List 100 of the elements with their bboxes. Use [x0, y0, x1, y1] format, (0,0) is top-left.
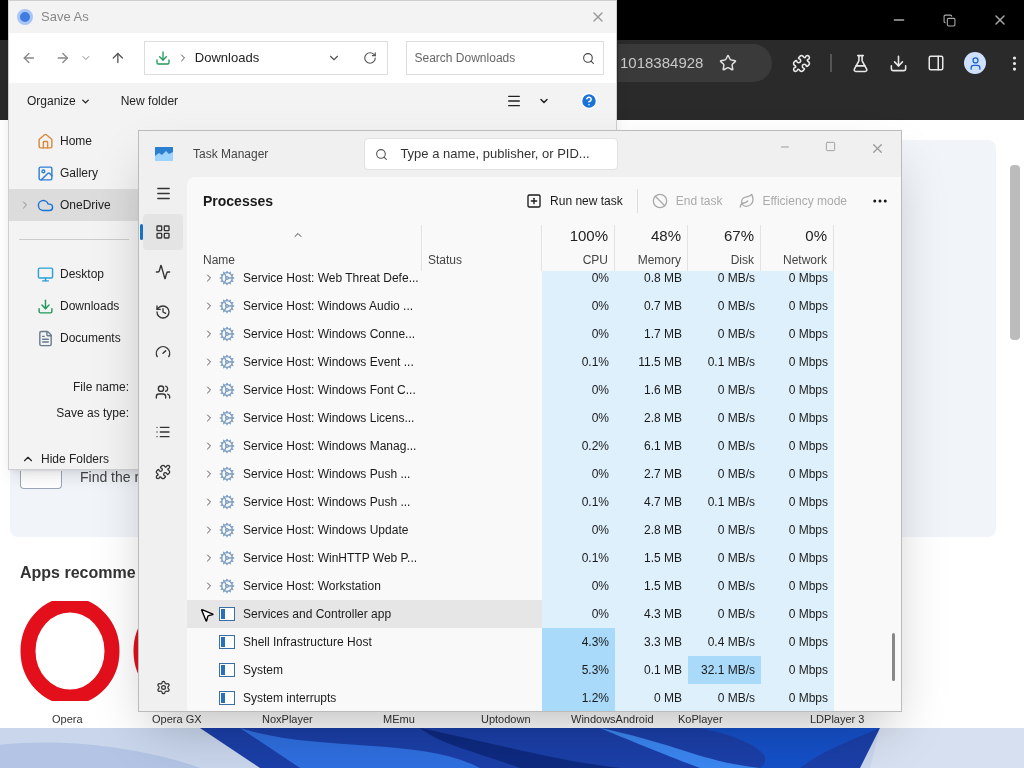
process-name[interactable]: Service Host: Windows Audio ...	[187, 292, 422, 320]
disk-cell: 0 MB/s	[688, 600, 761, 628]
field-label: Save as type:	[56, 405, 129, 422]
flask-icon[interactable]	[851, 53, 870, 73]
section-title: Apps recomme	[20, 563, 136, 583]
avatar-icon[interactable]	[964, 52, 986, 74]
app-label[interactable]: Opera GX	[152, 713, 202, 726]
process-name[interactable]: Service Host: Windows Push ...	[187, 488, 422, 516]
process-name[interactable]: Shell Infrastructure Host	[187, 628, 422, 656]
column-header[interactable]: Status	[422, 225, 542, 271]
process-name[interactable]: Service Host: Windows Update	[187, 516, 422, 544]
grid-icon	[155, 224, 171, 240]
process-name[interactable]: Services and Controller app	[187, 600, 422, 628]
cpu-cell: 0%	[542, 516, 615, 544]
page-title: Processes	[203, 191, 274, 211]
pulse-icon	[155, 264, 171, 280]
gear-icon	[219, 438, 235, 454]
gear-icon	[219, 578, 235, 594]
scrollbar-thumb[interactable]	[892, 633, 895, 681]
cpu-cell: 0.1%	[542, 544, 615, 572]
process-name[interactable]: Service Host: Windows Licens...	[187, 404, 422, 432]
card-button[interactable]	[20, 471, 62, 489]
chart-logo-icon	[155, 147, 173, 161]
app-label[interactable]: KoPlayer	[678, 713, 723, 726]
toolbar-button[interactable]: Run new task	[518, 185, 631, 217]
leaf-icon	[738, 193, 755, 209]
puzzle-icon[interactable]	[792, 53, 811, 73]
network-cell: 0 Mbps	[761, 320, 834, 348]
view-icon[interactable]	[506, 93, 522, 109]
cpu-cell: 0%	[542, 404, 615, 432]
restore-icon[interactable]	[943, 13, 956, 27]
nav-item[interactable]	[143, 214, 183, 250]
sidebar-item[interactable]: Home	[9, 125, 139, 157]
app-label[interactable]: NoxPlayer	[262, 713, 313, 726]
process-name[interactable]: Service Host: Windows Manag...	[187, 432, 422, 460]
refresh-icon[interactable]	[362, 51, 377, 65]
gear-icon	[219, 326, 235, 342]
field-label: File name:	[72, 379, 129, 396]
process-name[interactable]: System	[187, 656, 422, 684]
menu-icon[interactable]	[154, 185, 172, 202]
cpu-cell: 0%	[542, 460, 615, 488]
address-bar[interactable]: 1018384928	[618, 44, 772, 82]
network-cell: 0 Mbps	[761, 516, 834, 544]
sidebar-item[interactable]: Documents	[9, 322, 139, 354]
sidebar-item[interactable]: Downloads	[9, 290, 139, 322]
process-name[interactable]: Service Host: Windows Conne...	[187, 320, 422, 348]
gear-icon	[219, 522, 235, 538]
process-name[interactable]: Service Host: Windows Event ...	[187, 348, 422, 376]
back-icon[interactable]	[21, 50, 37, 66]
settings-icon[interactable]	[155, 680, 171, 695]
memory-cell: 0.1 MB	[615, 656, 688, 684]
process-name[interactable]: Service Host: Windows Push ...	[187, 460, 422, 488]
download-icon	[37, 297, 54, 315]
sidebar-item[interactable]: Desktop	[9, 258, 139, 290]
disk-cell: 0.1 MB/s	[688, 348, 761, 376]
address-field[interactable]: Downloads	[143, 41, 388, 75]
disk-cell: 0 MB/s	[688, 684, 761, 711]
cursor-icon	[199, 607, 215, 623]
process-name[interactable]: Service Host: Windows Font C...	[187, 376, 422, 404]
process-name[interactable]: System interrupts	[187, 684, 422, 711]
column-header[interactable]: Name	[187, 225, 422, 271]
disk-cell: 0 MB/s	[688, 516, 761, 544]
app-window-icon	[219, 635, 235, 649]
cpu-cell: 5.3%	[542, 656, 615, 684]
search-field[interactable]: Search Downloads	[405, 41, 604, 75]
network-cell: 0 Mbps	[761, 292, 834, 320]
app-label[interactable]: WindowsAndroid	[571, 713, 654, 726]
up-icon[interactable]	[110, 50, 126, 66]
process-name[interactable]: Service Host: Web Threat Defe...	[187, 271, 422, 292]
download-icon[interactable]	[889, 53, 908, 73]
memory-cell: 2.8 MB	[615, 516, 688, 544]
star-icon[interactable]	[719, 54, 738, 72]
hide-folders-button[interactable]: Hide Folders	[21, 450, 139, 468]
gear-icon	[219, 466, 235, 482]
memory-cell: 1.6 MB	[615, 376, 688, 404]
app-label[interactable]: MEmu	[383, 713, 415, 726]
network-cell: 0 Mbps	[761, 404, 834, 432]
new-folder-button[interactable]: New folder	[120, 92, 179, 110]
side-panel-icon[interactable]	[927, 54, 945, 72]
cpu-cell: 0%	[542, 600, 615, 628]
app-label[interactable]: LDPlayer 3	[810, 713, 865, 726]
help-icon[interactable]	[580, 92, 598, 110]
network-cell: 0 Mbps	[761, 488, 834, 516]
sidebar-item[interactable]: OneDrive	[9, 189, 139, 221]
sidebar-item[interactable]: Gallery	[9, 157, 139, 189]
disk-cell: 32.1 MB/s	[688, 656, 761, 684]
search-field[interactable]: Type a name, publisher, or PID...	[364, 138, 619, 170]
process-name[interactable]: Service Host: WinHTTP Web P...	[187, 544, 422, 572]
scrollbar-thumb[interactable]	[1010, 165, 1020, 340]
app-label[interactable]: Uptodown	[481, 713, 531, 726]
process-name[interactable]: Service Host: Workstation	[187, 572, 422, 600]
network-cell: 0 Mbps	[761, 656, 834, 684]
search-icon	[375, 147, 389, 161]
organize-button[interactable]: Organize	[27, 92, 91, 110]
disk-cell: 0 MB/s	[688, 292, 761, 320]
disk-cell: 0 MB/s	[688, 460, 761, 488]
window-title: Task Manager	[193, 146, 269, 163]
app-label[interactable]: Opera	[52, 713, 83, 726]
app-window-icon	[219, 607, 235, 621]
download-icon	[154, 50, 171, 66]
